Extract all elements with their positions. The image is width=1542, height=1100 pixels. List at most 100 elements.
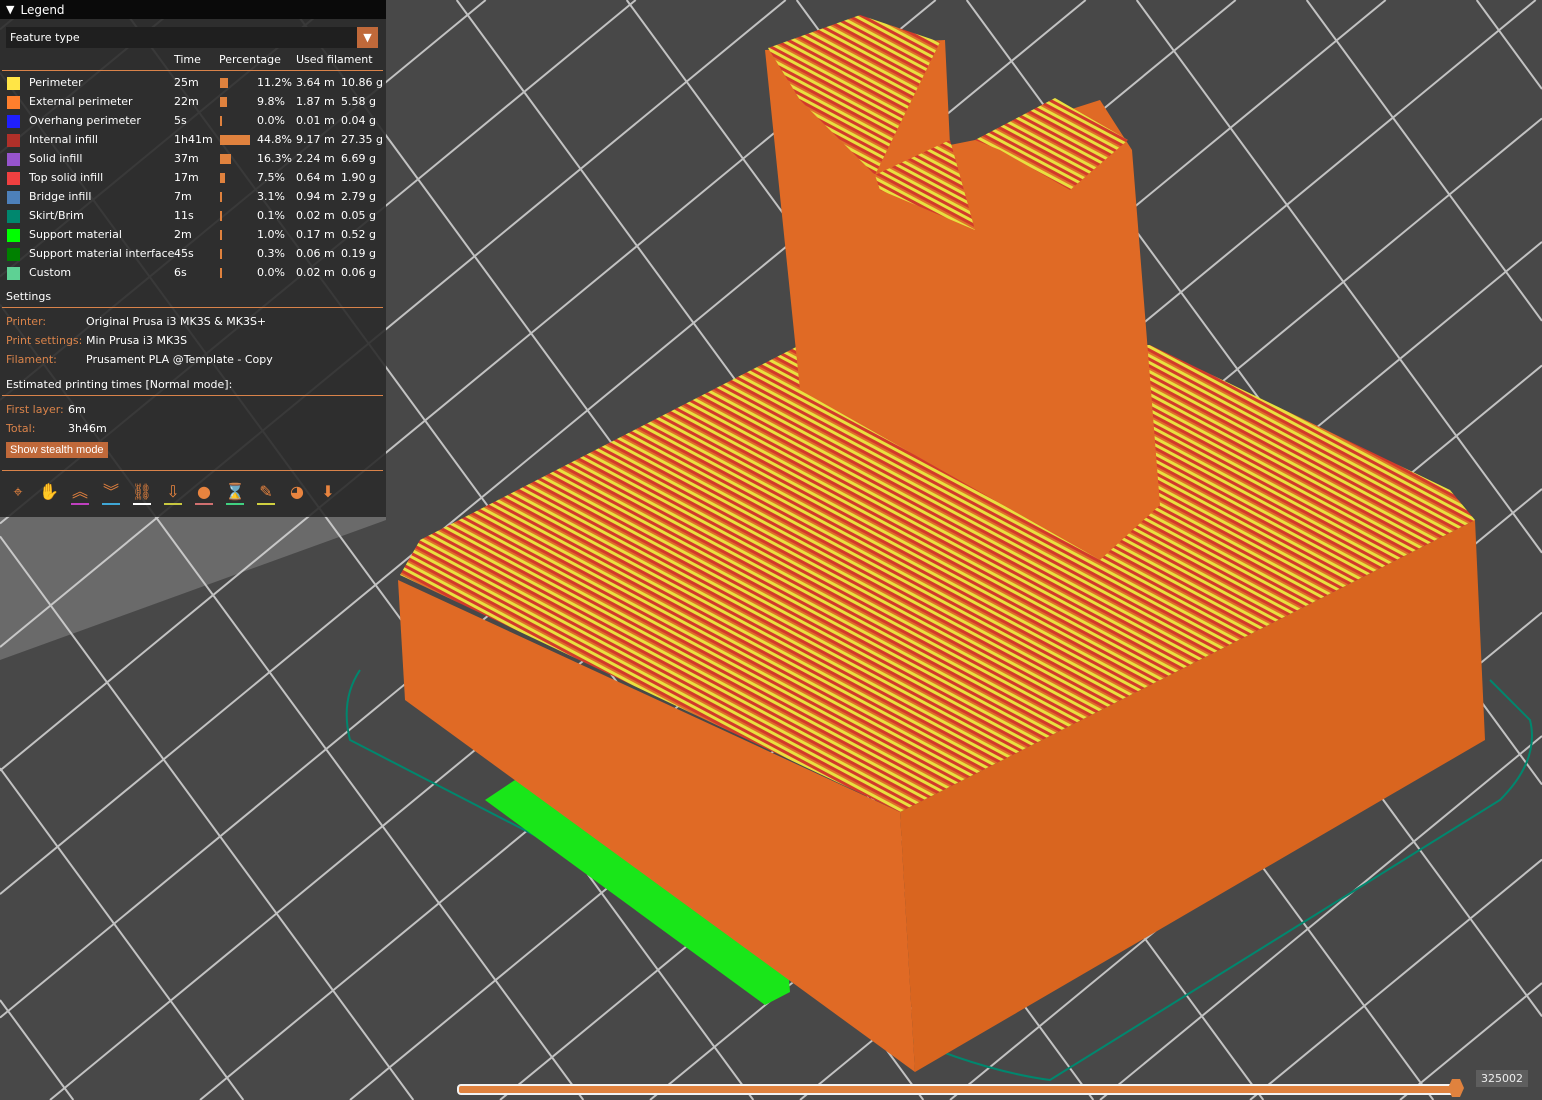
feature-time: 2m (174, 228, 192, 241)
feature-label: Bridge infill (29, 190, 92, 203)
wipe-icon[interactable]: ✋ (37, 481, 61, 505)
legend-row[interactable]: Internal infill 1h41m 44.8% 9.17 m 27.35… (0, 131, 386, 150)
color-changes-icon-glyph: ● (197, 482, 211, 501)
view-type-value: Feature type (10, 31, 80, 44)
feature-weight: 1.90 g (341, 171, 376, 184)
custom-gcodes-icon[interactable]: ✎ (254, 481, 278, 505)
retractions-icon-glyph: ︽ (71, 482, 88, 501)
feature-percentage: 0.0% (257, 266, 285, 279)
divider (2, 70, 383, 71)
feature-length: 0.06 m (296, 247, 335, 260)
view-type-select[interactable]: Feature type ▼ (6, 27, 378, 48)
feature-weight: 5.58 g (341, 95, 376, 108)
feature-length: 2.24 m (296, 152, 335, 165)
feature-weight: 0.19 g (341, 247, 376, 260)
percentage-bar (220, 249, 222, 259)
feature-length: 1.87 m (296, 95, 335, 108)
printer-value: Original Prusa i3 MK3S & MK3S+ (86, 315, 267, 328)
seams-icon-glyph: ⛓ (131, 482, 153, 501)
percentage-bar (220, 135, 251, 145)
pause-prints-icon[interactable]: ⌛ (223, 481, 247, 505)
feature-time: 5s (174, 114, 187, 127)
col-used-filament: Used filament (296, 53, 373, 66)
feature-label: Perimeter (29, 76, 83, 89)
pause-prints-icon-glyph: ⌛ (225, 482, 245, 501)
tool-changes-icon[interactable]: ⇩ (161, 481, 185, 505)
grid-line (1475, 0, 1542, 90)
first-layer-value: 6m (68, 403, 86, 416)
retractions-icon[interactable]: ︽ (68, 481, 92, 505)
legend-column-headers: Time Percentage Used filament (0, 53, 386, 69)
percentage-bar (220, 173, 226, 183)
legend-row[interactable]: Perimeter 25m 11.2% 3.64 m 10.86 g (0, 74, 386, 93)
collapse-triangle-icon[interactable]: ▼ (6, 3, 14, 16)
legend-title: Legend (20, 2, 65, 17)
seams-icon[interactable]: ⛓ (130, 481, 154, 505)
feature-time: 6s (174, 266, 187, 279)
feature-length: 0.17 m (296, 228, 335, 241)
total-label: Total: (6, 422, 36, 435)
color-swatch (7, 210, 20, 223)
legend-row[interactable]: Skirt/Brim 11s 0.1% 0.02 m 0.05 g (0, 207, 386, 226)
feature-label: Internal infill (29, 133, 98, 146)
divider (2, 395, 383, 396)
percentage-bar (220, 268, 222, 278)
percentage-bar (220, 192, 223, 202)
legend-row[interactable]: Custom 6s 0.0% 0.02 m 0.06 g (0, 264, 386, 283)
feature-time: 7m (174, 190, 192, 203)
legend-row[interactable]: External perimeter 22m 9.8% 1.87 m 5.58 … (0, 93, 386, 112)
shells-icon[interactable]: ⬇ (316, 481, 340, 505)
feature-percentage: 0.0% (257, 114, 285, 127)
show-stealth-mode-button[interactable]: Show stealth mode (6, 442, 108, 458)
chevron-down-icon[interactable]: ▼ (357, 27, 378, 48)
grid-line (0, 535, 415, 1100)
legend-row[interactable]: Support material 2m 1.0% 0.17 m 0.52 g (0, 226, 386, 245)
filament-label: Filament: (6, 353, 57, 366)
percentage-bar (220, 230, 222, 240)
color-swatch (7, 191, 20, 204)
legend-row[interactable]: Bridge infill 7m 3.1% 0.94 m 2.79 g (0, 188, 386, 207)
feature-percentage: 9.8% (257, 95, 285, 108)
col-time: Time (174, 53, 201, 66)
print-settings-value: Min Prusa i3 MK3S (86, 334, 188, 347)
feature-percentage: 0.3% (257, 247, 285, 260)
feature-percentage: 1.0% (257, 228, 285, 241)
feature-weight: 0.52 g (341, 228, 376, 241)
feature-percentage: 3.1% (257, 190, 285, 203)
travel-icon-glyph: ⌖ (13, 482, 23, 501)
estimated-times-title: Estimated printing times [Normal mode]: (6, 378, 233, 391)
shells-icon-glyph: ⬇ (321, 482, 335, 501)
color-changes-icon[interactable]: ● (192, 481, 216, 505)
center-of-gravity-icon[interactable]: ◕ (285, 481, 309, 505)
slider-value: 325002 (1476, 1070, 1528, 1087)
print-settings-label: Print settings: (6, 334, 83, 347)
legend-header[interactable]: ▼ Legend (0, 0, 386, 19)
feature-label: Support material interface (29, 247, 175, 260)
feature-weight: 0.05 g (341, 209, 376, 222)
feature-length: 9.17 m (296, 133, 335, 146)
feature-length: 3.64 m (296, 76, 335, 89)
feature-label: Solid infill (29, 152, 83, 165)
travel-icon[interactable]: ⌖ (6, 481, 30, 505)
color-swatch (7, 248, 20, 261)
legend-row[interactable]: Top solid infill 17m 7.5% 0.64 m 1.90 g (0, 169, 386, 188)
feature-label: Overhang perimeter (29, 114, 141, 127)
underline (71, 503, 89, 505)
legend-row[interactable]: Solid infill 37m 16.3% 2.24 m 6.69 g (0, 150, 386, 169)
feature-weight: 2.79 g (341, 190, 376, 203)
legend-row[interactable]: Support material interface 45s 0.3% 0.06… (0, 245, 386, 264)
legend-panel: ▼ Legend Feature type ▼ Time Percentage Us… (0, 0, 386, 517)
wipe-icon-glyph: ✋ (39, 482, 59, 501)
grid-line (1249, 858, 1542, 1100)
feature-time: 1h41m (174, 133, 213, 146)
deretractions-icon[interactable]: ︾ (99, 481, 123, 505)
options-toolbar: ⌖ ✋ ︽ ︾ ⛓ ⇩ ● ⌛ ✎ ◕ ⬇ (6, 481, 340, 505)
underline (226, 503, 244, 505)
underline (102, 503, 120, 505)
tool-changes-icon-glyph: ⇩ (166, 482, 180, 501)
legend-row[interactable]: Overhang perimeter 5s 0.0% 0.01 m 0.04 g (0, 112, 386, 131)
horizontal-move-slider[interactable] (457, 1084, 1461, 1095)
percentage-bar (220, 211, 222, 221)
color-swatch (7, 77, 20, 90)
color-swatch (7, 134, 20, 147)
